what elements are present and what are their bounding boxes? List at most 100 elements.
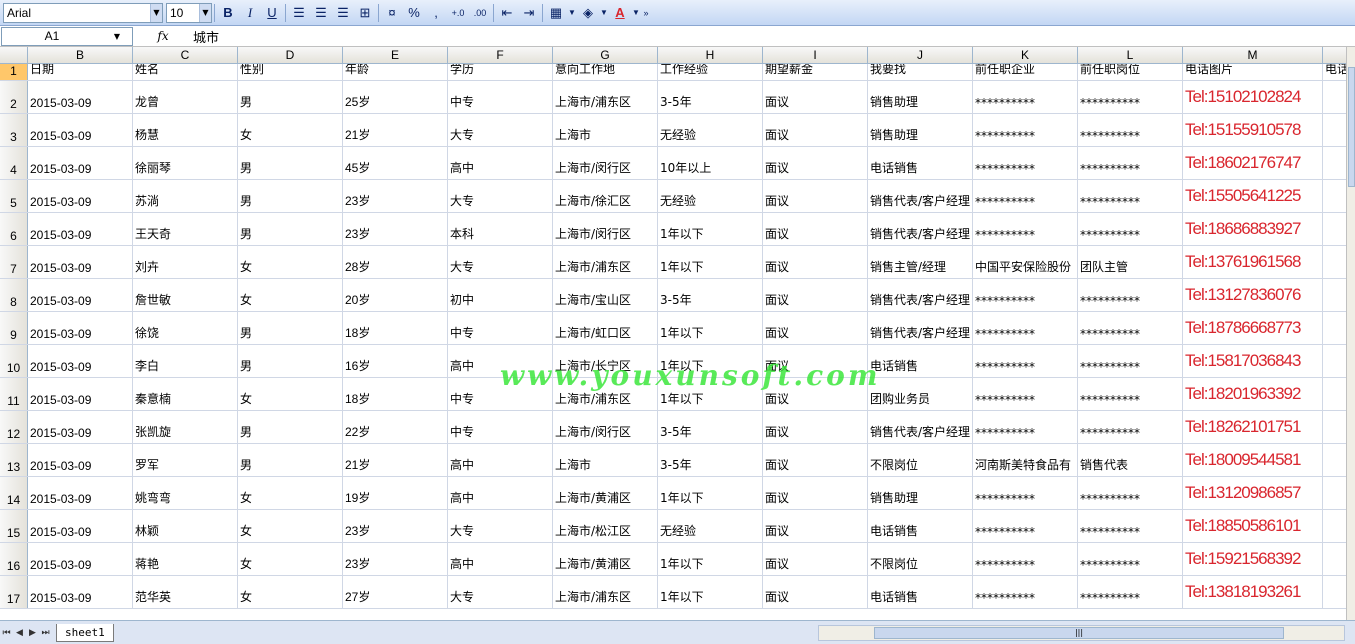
row-header[interactable]: 4 xyxy=(0,147,28,179)
phone-image-cell[interactable]: Tel:13818193261 xyxy=(1183,576,1323,608)
column-header[interactable]: E xyxy=(343,47,448,64)
function-icon[interactable]: fx xyxy=(133,29,193,43)
data-cell[interactable] xyxy=(1323,477,1346,509)
data-cell[interactable]: 男 xyxy=(238,312,343,344)
row-header[interactable]: 7 xyxy=(0,246,28,278)
data-cell[interactable]: 20岁 xyxy=(343,279,448,311)
data-cell[interactable]: ********** xyxy=(1078,312,1183,344)
header-cell[interactable]: 电话图片 xyxy=(1183,64,1323,80)
data-cell[interactable]: 上海市/黄浦区 xyxy=(553,543,658,575)
row-header[interactable]: 9 xyxy=(0,312,28,344)
data-cell[interactable]: 电话销售 xyxy=(868,576,973,608)
data-cell[interactable]: 23岁 xyxy=(343,510,448,542)
data-cell[interactable]: 女 xyxy=(238,576,343,608)
data-cell[interactable] xyxy=(1323,180,1346,212)
data-cell[interactable]: 2015-03-09 xyxy=(28,279,133,311)
row-header[interactable]: 2 xyxy=(0,81,28,113)
data-cell[interactable]: ********** xyxy=(1078,180,1183,212)
column-header[interactable] xyxy=(1323,47,1346,64)
data-cell[interactable]: 姚弯弯 xyxy=(133,477,238,509)
data-cell[interactable]: 1年以下 xyxy=(658,246,763,278)
underline-button[interactable]: U xyxy=(261,3,283,23)
data-cell[interactable]: 3-5年 xyxy=(658,81,763,113)
data-cell[interactable]: 1年以下 xyxy=(658,477,763,509)
data-cell[interactable]: 上海市/虹口区 xyxy=(553,312,658,344)
data-cell[interactable]: 上海市/长宁区 xyxy=(553,345,658,377)
data-cell[interactable]: 面议 xyxy=(763,180,868,212)
data-cell[interactable]: 大专 xyxy=(448,114,553,146)
data-cell[interactable]: 销售代表/客户经理 xyxy=(868,279,973,311)
data-cell[interactable]: 王天奇 xyxy=(133,213,238,245)
data-cell[interactable]: 21岁 xyxy=(343,114,448,146)
data-cell[interactable]: 面议 xyxy=(763,312,868,344)
data-cell[interactable]: 上海市/闵行区 xyxy=(553,147,658,179)
data-cell[interactable]: 中专 xyxy=(448,378,553,410)
data-cell[interactable]: 面议 xyxy=(763,444,868,476)
data-cell[interactable]: 女 xyxy=(238,279,343,311)
data-cell[interactable]: 无经验 xyxy=(658,510,763,542)
increase-decimal-button[interactable]: +.0 xyxy=(447,3,469,23)
data-cell[interactable]: 不限岗位 xyxy=(868,444,973,476)
data-cell[interactable]: 上海市/黄浦区 xyxy=(553,477,658,509)
column-header[interactable]: C xyxy=(133,47,238,64)
column-header[interactable]: F xyxy=(448,47,553,64)
column-header[interactable]: B xyxy=(28,47,133,64)
data-cell[interactable]: ********** xyxy=(973,213,1078,245)
data-cell[interactable]: 无经验 xyxy=(658,114,763,146)
data-cell[interactable]: 销售主管/经理 xyxy=(868,246,973,278)
data-cell[interactable]: 2015-03-09 xyxy=(28,114,133,146)
data-cell[interactable]: 23岁 xyxy=(343,213,448,245)
data-cell[interactable]: 女 xyxy=(238,114,343,146)
data-cell[interactable]: 销售助理 xyxy=(868,477,973,509)
header-cell[interactable]: 学历 xyxy=(448,64,553,80)
data-cell[interactable]: 秦意楠 xyxy=(133,378,238,410)
data-cell[interactable]: ********** xyxy=(973,477,1078,509)
data-cell[interactable]: ********** xyxy=(1078,114,1183,146)
phone-image-cell[interactable]: Tel:15921568392 xyxy=(1183,543,1323,575)
data-cell[interactable]: 上海市/浦东区 xyxy=(553,576,658,608)
data-cell[interactable]: 面议 xyxy=(763,576,868,608)
row-header[interactable]: 1 xyxy=(0,64,28,80)
data-cell[interactable]: ********** xyxy=(1078,81,1183,113)
data-cell[interactable]: 2015-03-09 xyxy=(28,345,133,377)
data-cell[interactable]: 大专 xyxy=(448,576,553,608)
data-cell[interactable]: 大专 xyxy=(448,510,553,542)
header-cell[interactable]: 电话 xyxy=(1323,64,1346,80)
data-cell[interactable]: 高中 xyxy=(448,477,553,509)
borders-icon[interactable]: ▦ xyxy=(545,3,567,23)
data-cell[interactable]: 团购业务员 xyxy=(868,378,973,410)
data-cell[interactable] xyxy=(1323,378,1346,410)
data-cell[interactable]: ********** xyxy=(973,411,1078,443)
data-cell[interactable]: 面议 xyxy=(763,147,868,179)
column-header[interactable]: H xyxy=(658,47,763,64)
row-header[interactable]: 16 xyxy=(0,543,28,575)
data-cell[interactable]: 罗军 xyxy=(133,444,238,476)
font-color-button[interactable]: A xyxy=(609,3,631,23)
data-cell[interactable]: 27岁 xyxy=(343,576,448,608)
data-cell[interactable]: 2015-03-09 xyxy=(28,543,133,575)
increase-indent-icon[interactable]: ⇥ xyxy=(518,3,540,23)
decrease-decimal-button[interactable]: .00 xyxy=(469,3,491,23)
row-header[interactable]: 13 xyxy=(0,444,28,476)
spreadsheet-grid[interactable]: BCDEFGHIJKLM 1 日期 姓名 性别 年龄 学历 意向工作地 工作经验 期望薪金 我要找… xyxy=(0,47,1346,620)
phone-image-cell[interactable]: Tel:13127836076 xyxy=(1183,279,1323,311)
data-cell[interactable] xyxy=(1323,114,1346,146)
align-left-icon[interactable]: ☰ xyxy=(288,3,310,23)
data-cell[interactable]: 上海市 xyxy=(553,444,658,476)
column-header[interactable]: K xyxy=(973,47,1078,64)
first-sheet-icon[interactable]: ⏮ xyxy=(0,628,13,638)
header-cell[interactable]: 工作经验 xyxy=(658,64,763,80)
data-cell[interactable]: 10年以上 xyxy=(658,147,763,179)
data-cell[interactable]: 龙曾 xyxy=(133,81,238,113)
data-cell[interactable]: 不限岗位 xyxy=(868,543,973,575)
row-header[interactable]: 3 xyxy=(0,114,28,146)
data-cell[interactable]: 2015-03-09 xyxy=(28,378,133,410)
data-cell[interactable]: ********** xyxy=(1078,543,1183,575)
data-cell[interactable]: 中专 xyxy=(448,81,553,113)
phone-image-cell[interactable]: Tel:18602176747 xyxy=(1183,147,1323,179)
currency-icon[interactable]: ¤ xyxy=(381,3,403,23)
data-cell[interactable]: 销售代表 xyxy=(1078,444,1183,476)
data-cell[interactable]: 男 xyxy=(238,81,343,113)
toolbar-options-icon[interactable]: » xyxy=(641,3,651,23)
data-cell[interactable]: 销售代表/客户经理 xyxy=(868,180,973,212)
